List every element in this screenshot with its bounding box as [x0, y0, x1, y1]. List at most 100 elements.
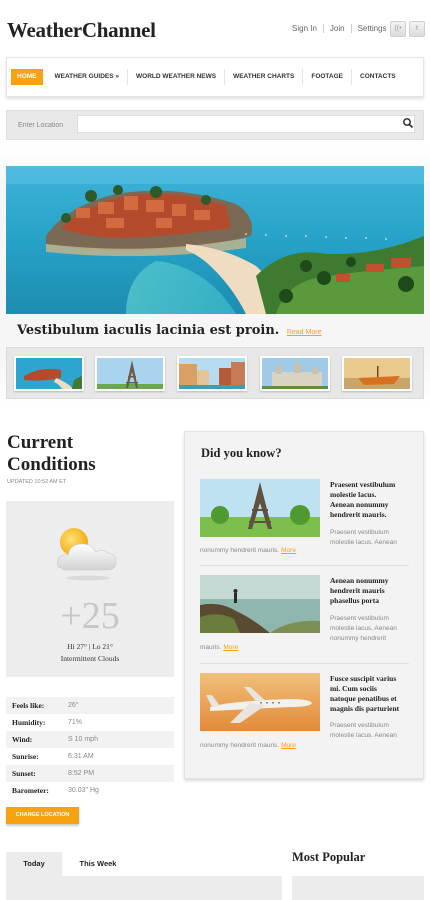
- heading-line: mi. Cum sociis: [330, 684, 377, 693]
- summary-line: Praesent vestibulum: [330, 529, 389, 536]
- search-label: Enter Location: [18, 122, 64, 129]
- heading-line: Praesent vestibulum: [330, 480, 396, 489]
- stat-value: 26°: [68, 702, 79, 709]
- stat-label: Sunset:: [12, 769, 36, 778]
- tab-panel: [6, 876, 282, 900]
- stat-value: 8:52 PM: [68, 770, 95, 777]
- castle-thumb[interactable]: [260, 356, 330, 391]
- heading-line: molestie lacus.: [330, 490, 377, 499]
- tail-text: mauris.: [200, 644, 222, 651]
- stat-row: Sunset: 8:52 PM: [6, 765, 174, 782]
- title-line: Conditions: [7, 454, 96, 475]
- hiker-cliff-image[interactable]: [200, 575, 320, 633]
- stat-row: Humidity: 71%: [6, 714, 174, 731]
- eiffel-tower-thumb[interactable]: [95, 356, 165, 391]
- airplane-image[interactable]: [200, 673, 320, 731]
- heading-line: natoque penatibus et: [330, 694, 397, 703]
- fact-heading[interactable]: Aenean nonummy hendrerit mauris phasellu…: [330, 576, 410, 606]
- rss-icon[interactable]: ((•: [390, 21, 406, 37]
- current-conditions-title: Current Conditions: [7, 432, 96, 476]
- heading-line: hendrerit mauris.: [330, 510, 387, 519]
- venice-canal-thumb[interactable]: [177, 356, 247, 391]
- nav-item-world-weather-news[interactable]: WORLD WEATHER NEWS: [128, 69, 226, 85]
- stat-label: Humidity:: [12, 718, 46, 727]
- heading-line: hendrerit mauris: [330, 586, 385, 595]
- title-line: Current: [7, 432, 74, 453]
- stat-label: Sunrise:: [12, 752, 39, 761]
- nav-item-home[interactable]: HOME: [11, 69, 43, 85]
- nav-item-contacts[interactable]: CONTACTS: [352, 69, 404, 85]
- heading-line: phasellus porta: [330, 596, 379, 605]
- hero-caption: Vestibulum iaculis lacinia est proin. Re…: [17, 323, 321, 338]
- divider: [200, 663, 409, 664]
- tab-this-week[interactable]: This Week: [66, 852, 130, 876]
- coast-thumb[interactable]: [14, 356, 84, 391]
- heading-line: magnis dis parturient: [330, 704, 400, 713]
- twitter-icon[interactable]: t: [409, 21, 425, 37]
- hi-lo-temperature: Hi 27° | Lo 21°: [67, 642, 113, 651]
- more-link[interactable]: More: [281, 742, 296, 749]
- stat-value: 30.03" Hg: [68, 787, 99, 794]
- search-input[interactable]: [77, 115, 415, 133]
- site-logo[interactable]: WeatherChannel: [7, 18, 156, 43]
- fact-summary: Praesent vestibulum molestie lacus. Aene…: [330, 721, 410, 741]
- heading-line: Fusce suscipit varius: [330, 674, 397, 683]
- stats-table: Feels like: 26° Humidity: 71% Wind: S 10…: [6, 697, 174, 799]
- change-location-button[interactable]: CHANGE LOCATION: [6, 807, 79, 824]
- main-nav: HOME WEATHER GUIDES » WORLD WEATHER NEWS…: [6, 57, 424, 97]
- did-you-know-title: Did you know?: [201, 446, 282, 460]
- most-popular-panel: [292, 876, 424, 900]
- fact-tail: nonummy hendrerit mauris. More: [200, 547, 296, 554]
- heading-line: Aenean nonummy: [330, 576, 389, 585]
- fact-tail: nonummy hendrerit mauris. More: [200, 742, 296, 749]
- sign-in-link[interactable]: Sign In: [292, 24, 317, 33]
- fact-heading[interactable]: Praesent vestibulum molestie lacus. Aene…: [330, 480, 410, 520]
- stat-value: 6:31 AM: [68, 753, 94, 760]
- summary-line: nonummy hendrerit: [330, 635, 386, 642]
- stat-row: Feels like: 26°: [6, 697, 174, 714]
- hero-image[interactable]: [6, 166, 424, 314]
- stat-label: Barometer:: [12, 786, 49, 795]
- hero-caption-text: Vestibulum iaculis lacinia est proin.: [17, 323, 280, 338]
- nav-item-weather-charts[interactable]: WEATHER CHARTS: [225, 69, 304, 85]
- current-temperature: +25: [60, 595, 120, 637]
- updated-timestamp: UPDATED 10:52 AM ET: [7, 479, 67, 485]
- tail-text: nonummy hendrerit mauris.: [200, 742, 280, 749]
- boat-thumb[interactable]: [342, 356, 412, 391]
- stat-value: S 10 mph: [68, 736, 98, 743]
- join-link[interactable]: Join: [330, 24, 345, 33]
- fact-tail: mauris. More: [200, 644, 238, 651]
- top-links: Sign In Join Settings: [292, 24, 387, 33]
- partly-cloudy-icon: [57, 528, 117, 581]
- fact-heading[interactable]: Fusce suscipit varius mi. Cum sociis nat…: [330, 674, 410, 714]
- search-icon[interactable]: [402, 117, 414, 129]
- settings-link[interactable]: Settings: [358, 24, 387, 33]
- most-popular-title: Most Popular: [292, 850, 366, 864]
- summary-line: Praesent vestibulum: [330, 615, 389, 622]
- heading-line: Aenean nonummy: [330, 500, 389, 509]
- summary-line: Praesent vestibulum: [330, 722, 389, 729]
- fact-summary: Praesent vestibulum molestie lacus. Aene…: [330, 528, 410, 548]
- stat-row: Wind: S 10 mph: [6, 731, 174, 748]
- read-more-link[interactable]: Read More: [287, 329, 322, 336]
- stat-row: Barometer: 30.03" Hg: [6, 782, 174, 799]
- stat-label: Wind:: [12, 735, 33, 744]
- more-link[interactable]: More: [223, 644, 238, 651]
- more-link[interactable]: More: [281, 547, 296, 554]
- fact-summary: Praesent vestibulum molestie lacus. Aene…: [330, 614, 410, 644]
- stat-row: Sunrise: 6:31 AM: [6, 748, 174, 765]
- divider: [200, 565, 409, 566]
- tab-today[interactable]: Today: [6, 852, 62, 876]
- divider: [322, 24, 324, 33]
- condition-text: Intermittent Clouds: [60, 654, 120, 663]
- divider: [350, 24, 352, 33]
- nav-item-footage[interactable]: FOOTAGE: [303, 69, 352, 85]
- nav-item-weather-guides[interactable]: WEATHER GUIDES »: [47, 69, 129, 85]
- stat-label: Feels like:: [12, 701, 45, 710]
- stat-value: 71%: [68, 719, 83, 726]
- summary-line: molestie lacus. Aenean: [330, 625, 397, 632]
- eiffel-tower-image[interactable]: [200, 479, 320, 537]
- summary-line: molestie lacus. Aenean: [330, 732, 397, 739]
- summary-line: molestie lacus. Aenean: [330, 539, 397, 546]
- tail-text: nonummy hendrerit mauris.: [200, 547, 280, 554]
